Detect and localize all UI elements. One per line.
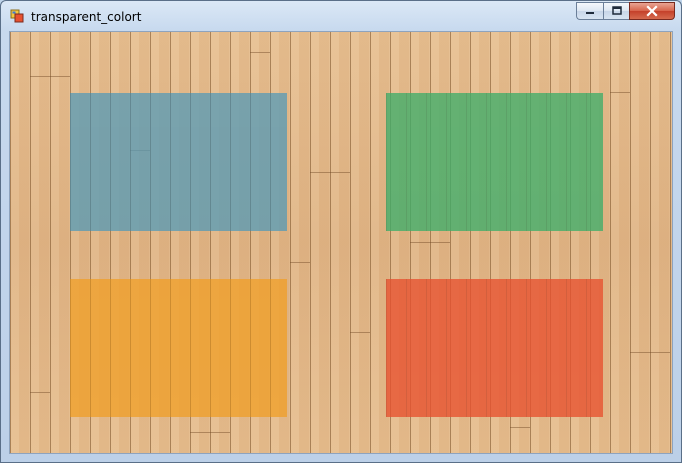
plank-seam [510,427,530,428]
app-window: transparent_colort [0,0,682,463]
plank-seam [610,92,630,93]
plank-seam [630,352,670,353]
form-client-area [9,31,673,454]
plank-seam [30,392,50,393]
plank-seam [30,76,70,77]
app-icon[interactable] [10,9,24,23]
plank-seam [350,332,370,333]
red-panel [386,279,603,417]
maximize-icon [611,6,622,15]
plank-seam [310,172,350,173]
orange-panel [70,279,287,417]
title-bar[interactable]: transparent_colort [1,1,681,31]
maximize-button[interactable] [603,2,629,20]
plank-seam [290,262,310,263]
plank-seam [250,52,270,53]
minimize-button[interactable] [576,2,603,20]
plank-seam [410,242,450,243]
green-panel [386,93,603,231]
caption-buttons [576,2,675,20]
window-title: transparent_colort [31,10,142,24]
plank-seam [190,432,230,433]
close-button[interactable] [629,2,675,20]
minimize-icon [586,12,594,14]
blue-panel [70,93,287,231]
close-icon [646,5,658,17]
